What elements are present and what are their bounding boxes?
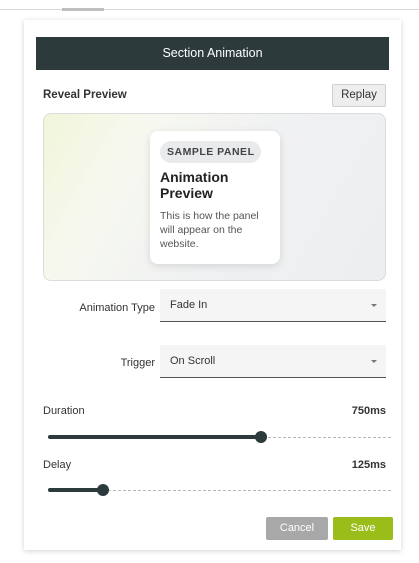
top-divider-mark bbox=[62, 8, 104, 11]
sample-panel-text: This is how the panel will appear on the… bbox=[160, 210, 259, 250]
trigger-select[interactable]: On Scroll bbox=[160, 345, 386, 378]
duration-slider-thumb[interactable] bbox=[254, 431, 267, 443]
section-animation-dialog: Section Animation Reveal Preview Replay … bbox=[24, 20, 401, 550]
reveal-preview-label: Reveal Preview bbox=[43, 89, 127, 101]
replay-button[interactable]: Replay bbox=[332, 84, 386, 107]
dialog-title: Section Animation bbox=[36, 37, 389, 70]
chevron-down-icon bbox=[371, 360, 377, 363]
cancel-button[interactable]: Cancel bbox=[266, 517, 328, 540]
animation-type-label: Animation Type bbox=[79, 302, 155, 314]
duration-slider-fill bbox=[48, 435, 261, 439]
animation-type-value: Fade In bbox=[170, 299, 208, 311]
animation-type-select[interactable]: Fade In bbox=[160, 289, 386, 322]
duration-label: Duration bbox=[43, 405, 85, 417]
delay-slider-fill bbox=[48, 488, 103, 492]
duration-value: 750ms bbox=[351, 405, 386, 417]
delay-label: Delay bbox=[43, 459, 72, 471]
sample-panel-title: Animation Preview bbox=[160, 169, 229, 201]
delay-value: 125ms bbox=[351, 459, 386, 471]
sample-panel-card: SAMPLE PANEL Animation Preview This is h… bbox=[150, 131, 280, 264]
delay-slider[interactable] bbox=[48, 484, 391, 496]
chevron-down-icon bbox=[371, 304, 377, 307]
trigger-value: On Scroll bbox=[170, 355, 216, 367]
trigger-label: Trigger bbox=[120, 357, 155, 369]
delay-slider-thumb[interactable] bbox=[96, 484, 109, 496]
save-button[interactable]: Save bbox=[333, 517, 393, 540]
duration-slider[interactable] bbox=[48, 431, 391, 443]
sample-panel-badge: SAMPLE PANEL bbox=[160, 141, 262, 163]
preview-area: SAMPLE PANEL Animation Preview This is h… bbox=[43, 113, 386, 281]
